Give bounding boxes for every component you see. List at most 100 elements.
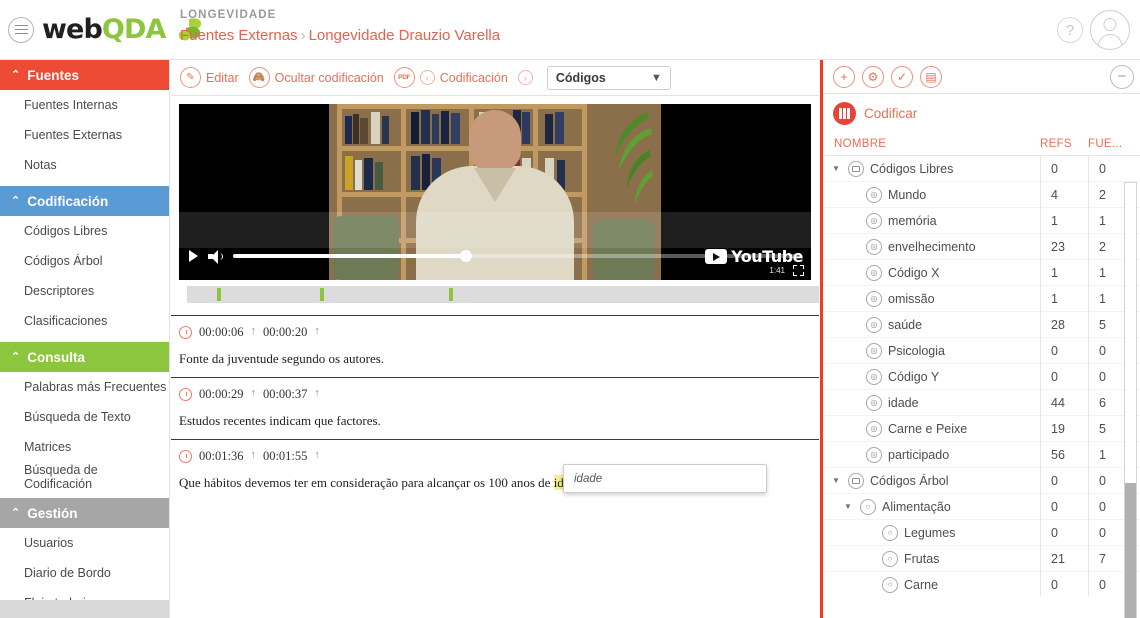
code-label[interactable]: Código Y bbox=[888, 370, 939, 384]
table-row[interactable]: ▼ ◎ envelhecimento 23 2 bbox=[824, 233, 1140, 260]
code-label[interactable]: Alimentação bbox=[882, 500, 951, 514]
codes-select[interactable]: Códigos ▼ bbox=[546, 65, 671, 90]
panel-divider[interactable] bbox=[820, 60, 823, 618]
loop-icon[interactable]: ↑ bbox=[250, 325, 256, 337]
code-label[interactable]: participado bbox=[888, 448, 949, 462]
help-icon[interactable]: ? bbox=[1057, 17, 1083, 43]
sidebar-item-codigos-libres[interactable]: Códigos Libres bbox=[0, 216, 169, 246]
edit-code-icon[interactable]: ✓ bbox=[891, 65, 913, 88]
transcript-segment[interactable]: 00:00:06 ↑ 00:00:20 ↑ Fonte da juventude… bbox=[171, 315, 819, 377]
code-label[interactable]: envelhecimento bbox=[888, 240, 976, 254]
collapse-panel-icon[interactable]: − bbox=[1110, 64, 1134, 89]
sidebar-item-codigos-arbol[interactable]: Códigos Árbol bbox=[0, 246, 169, 276]
code-label[interactable]: Códigos Libres bbox=[870, 162, 953, 176]
sidebar-item-matrices[interactable]: Matrices bbox=[0, 432, 169, 462]
volume-icon[interactable] bbox=[208, 249, 223, 264]
loop-icon[interactable]: ↑ bbox=[314, 449, 320, 461]
pdf-icon[interactable]: PDF bbox=[393, 67, 415, 88]
edit-button-label[interactable]: Editar bbox=[206, 71, 239, 85]
segment-text[interactable]: Estudos recentes indicam que factores. bbox=[179, 413, 819, 429]
code-label[interactable]: memória bbox=[888, 214, 937, 228]
delete-code-icon[interactable]: ⚙ bbox=[862, 65, 884, 88]
video-player[interactable]: YouTube 1:41 bbox=[179, 104, 811, 280]
code-label[interactable]: Códigos Árbol bbox=[870, 474, 949, 488]
fullscreen-icon[interactable] bbox=[793, 265, 804, 276]
sidebar-item-diario-de-bordo[interactable]: Diario de Bordo bbox=[0, 558, 169, 588]
youtube-logo[interactable]: YouTube bbox=[705, 247, 803, 266]
segment-end-time[interactable]: 00:01:55 bbox=[263, 449, 307, 464]
code-label[interactable]: Carne e Peixe bbox=[888, 422, 967, 436]
add-code-icon[interactable]: + bbox=[833, 65, 855, 88]
sidebar-item-busqueda-de-texto[interactable]: Búsqueda de Texto bbox=[0, 402, 169, 432]
loop-icon[interactable]: ↑ bbox=[250, 387, 256, 399]
table-row[interactable]: ▼ Códigos Árbol 0 0 bbox=[824, 467, 1140, 494]
code-label[interactable]: omissão bbox=[888, 292, 935, 306]
breadcrumb-parent[interactable]: Fuentes Externas bbox=[180, 27, 298, 44]
eye-off-icon[interactable]: 🙈 bbox=[248, 67, 270, 88]
table-row[interactable]: ▼ ◎ omissão 1 1 bbox=[824, 285, 1140, 312]
sidebar-item-fuentes-externas[interactable]: Fuentes Externas bbox=[0, 120, 169, 150]
table-row[interactable]: ▼ ◎ saúde 28 5 bbox=[824, 311, 1140, 338]
table-row[interactable]: ▼ ◎ participado 56 1 bbox=[824, 441, 1140, 468]
code-label[interactable]: Frutas bbox=[904, 552, 939, 566]
sidebar-item-usuarios[interactable]: Usuarios bbox=[0, 528, 169, 558]
segment-start-time[interactable]: 00:00:06 bbox=[199, 325, 243, 340]
timeline-marker[interactable] bbox=[217, 288, 222, 301]
clock-icon[interactable] bbox=[179, 326, 192, 339]
video-progress-handle[interactable] bbox=[459, 250, 472, 262]
play-icon[interactable] bbox=[189, 250, 198, 262]
expand-caret-icon[interactable]: ▼ bbox=[832, 476, 842, 485]
hide-coding-button-label[interactable]: Ocultar codificación bbox=[275, 71, 384, 85]
code-label[interactable]: Legumes bbox=[904, 526, 955, 540]
sidebar-item-palabras-mas-frecuentes[interactable]: Palabras más Frecuentes bbox=[0, 372, 169, 402]
hamburger-icon[interactable] bbox=[8, 16, 34, 43]
segment-end-time[interactable]: 00:00:20 bbox=[263, 325, 307, 340]
expand-caret-icon[interactable]: ▼ bbox=[844, 502, 854, 511]
column-header-sources[interactable]: FUE... bbox=[1088, 138, 1140, 150]
expand-caret-icon[interactable]: ▼ bbox=[832, 164, 842, 173]
pencil-icon[interactable]: ✎ bbox=[180, 67, 201, 88]
table-row[interactable]: ▼ ○ Frutas 21 7 bbox=[824, 545, 1140, 572]
code-label[interactable]: Carne bbox=[904, 578, 938, 592]
table-row[interactable]: ▼ ◎ Carne e Peixe 19 5 bbox=[824, 415, 1140, 442]
timeline-marker[interactable] bbox=[319, 288, 324, 301]
sidebar-section-fuentes[interactable]: ⌃ Fuentes bbox=[0, 60, 169, 90]
codes-scrollbar-thumb[interactable] bbox=[1125, 483, 1136, 618]
webqda-logo[interactable]: webQDA bbox=[42, 14, 166, 45]
segment-start-time[interactable]: 00:01:36 bbox=[199, 449, 243, 464]
code-label[interactable]: saúde bbox=[888, 318, 922, 332]
coding-timeline[interactable] bbox=[187, 286, 819, 303]
transcript-segment[interactable]: 00:00:29 ↑ 00:00:37 ↑ Estudos recentes i… bbox=[171, 377, 819, 439]
sidebar-item-clasificaciones[interactable]: Clasificaciones bbox=[0, 306, 169, 336]
sidebar-section-consulta[interactable]: ⌃ Consulta bbox=[0, 342, 169, 372]
table-row[interactable]: ▼ ◎ Código Y 0 0 bbox=[824, 363, 1140, 390]
sidebar-item-fuentes-internas[interactable]: Fuentes Internas bbox=[0, 90, 169, 120]
sidebar-section-codificacion[interactable]: ⌃ Codificación bbox=[0, 186, 169, 216]
table-row[interactable]: ▼ ◎ idade 44 6 bbox=[824, 389, 1140, 416]
code-label[interactable]: idade bbox=[888, 396, 919, 410]
code-label[interactable]: Código X bbox=[888, 266, 939, 280]
breadcrumb-current[interactable]: Longevidade Drauzio Varella bbox=[309, 27, 501, 44]
table-row[interactable]: ▼ ◎ Psicologia 0 0 bbox=[824, 337, 1140, 364]
table-row[interactable]: ▼ ◎ memória 1 1 bbox=[824, 207, 1140, 234]
table-row[interactable]: ▼ ◎ Mundo 4 2 bbox=[824, 181, 1140, 208]
column-header-refs[interactable]: REFS bbox=[1040, 138, 1088, 150]
avatar[interactable] bbox=[1090, 10, 1130, 50]
clock-icon[interactable] bbox=[179, 450, 192, 463]
loop-icon[interactable]: ↑ bbox=[250, 449, 256, 461]
table-row[interactable]: ▼ ○ Alimentação 0 0 bbox=[824, 493, 1140, 520]
codificar-button[interactable]: Codificar bbox=[824, 94, 1140, 132]
clock-icon[interactable] bbox=[179, 388, 192, 401]
prev-coding-icon[interactable]: ‹ bbox=[419, 70, 435, 85]
next-coding-icon[interactable]: › bbox=[517, 70, 533, 85]
segment-text[interactable]: Fonte da juventude segundo os autores. bbox=[179, 351, 819, 367]
table-row[interactable]: ▼ ○ Carne 0 0 bbox=[824, 571, 1140, 596]
loop-icon[interactable]: ↑ bbox=[314, 325, 320, 337]
loop-icon[interactable]: ↑ bbox=[314, 387, 320, 399]
timeline-marker[interactable] bbox=[449, 288, 454, 301]
segment-end-time[interactable]: 00:00:37 bbox=[263, 387, 307, 402]
code-label[interactable]: Psicologia bbox=[888, 344, 945, 358]
code-label[interactable]: Mundo bbox=[888, 188, 926, 202]
table-row[interactable]: ▼ Códigos Libres 0 0 bbox=[824, 156, 1140, 182]
table-row[interactable]: ▼ ○ Legumes 0 0 bbox=[824, 519, 1140, 546]
